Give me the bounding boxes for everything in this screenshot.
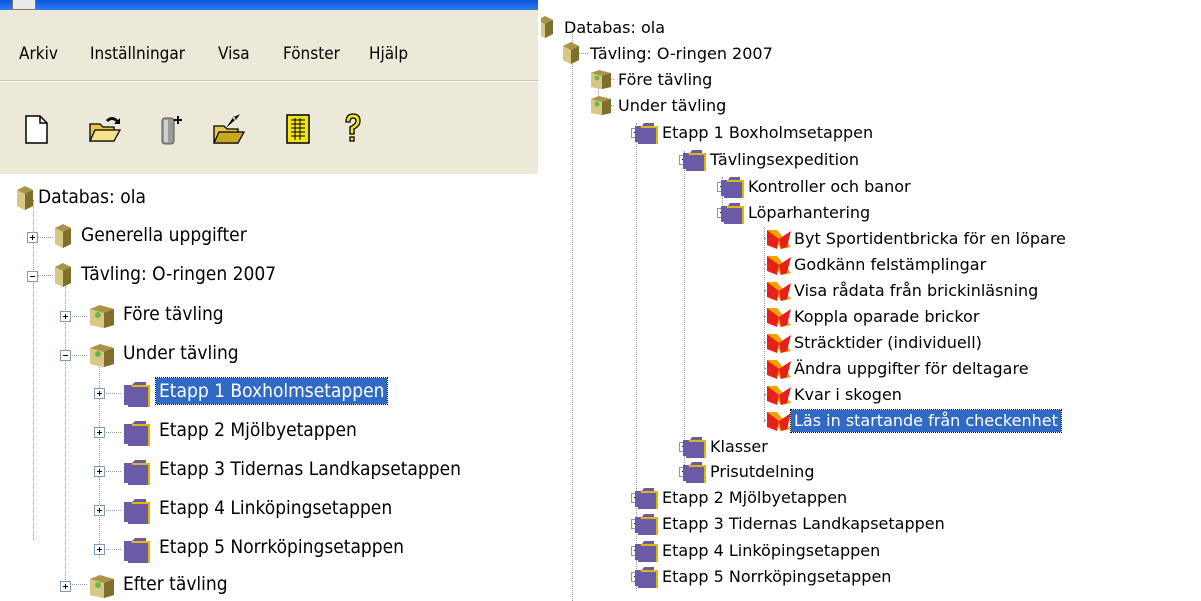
tree-item-label: Etapp 1 Boxholmsetappen [662, 123, 874, 142]
tree-item-label: Klasser [710, 437, 768, 456]
phase-icon [88, 573, 118, 601]
action-icon [765, 305, 793, 333]
tree-item-label: Tävling: O-ringen 2007 [590, 44, 773, 63]
expand-toggle[interactable] [94, 466, 105, 477]
database-icon [52, 263, 74, 291]
tree-item-label: Etapp 2 Mjölbyetappen [662, 488, 848, 507]
menu-fonster[interactable]: Fönster [283, 44, 340, 64]
tree-item-label: Etapp 4 Linköpingsetappen [159, 497, 393, 519]
export-folder-icon[interactable] [208, 108, 250, 150]
folder-icon [122, 457, 154, 491]
collapse-toggle[interactable] [60, 350, 71, 361]
tree-item-label: Generella uppgifter [81, 224, 247, 246]
tree-item-label: Ändra uppgifter för deltagare [794, 359, 1029, 378]
folder-icon [122, 535, 154, 569]
collapse-toggle[interactable] [27, 271, 38, 282]
expand-toggle[interactable] [94, 505, 105, 516]
folder-icon [681, 435, 709, 463]
folder-icon [719, 175, 747, 203]
tree-item-label: Sträcktider (individuell) [794, 333, 982, 352]
tree-item-label: Före tävling [123, 303, 224, 325]
tree-item-label: Etapp 5 Norrköpingsetappen [159, 536, 404, 558]
folder-icon [633, 486, 661, 514]
new-document-icon[interactable] [16, 108, 58, 150]
tree-item-label: Under tävling [618, 96, 727, 115]
folder-icon [681, 460, 709, 488]
phase-icon [88, 303, 118, 333]
action-icon [765, 409, 793, 437]
tree-item-label: Etapp 5 Norrköpingsetappen [662, 567, 892, 586]
tree-item-label: Kvar i skogen [794, 385, 902, 404]
tree-item-label: Under tävling [123, 342, 239, 364]
tree-item-label: Prisutdelning [710, 462, 815, 481]
expand-toggle[interactable] [94, 427, 105, 438]
expand-toggle[interactable] [94, 544, 105, 555]
expand-toggle[interactable] [60, 581, 71, 592]
menu-installningar[interactable]: Inställningar [90, 44, 185, 64]
toolbar [0, 81, 541, 175]
folder-icon [719, 201, 747, 229]
phase-icon [589, 94, 613, 120]
tree-item-label: Tävlingsexpedition [710, 150, 859, 169]
tree-item-label: Etapp 1 Boxholmsetappen [154, 377, 389, 405]
tree-item-label: Etapp 3 Tidernas Landkapsetappen [662, 514, 945, 533]
tree-item-label: Koppla oparade brickor [794, 307, 980, 326]
tree-item-label: Databas: ola [38, 186, 146, 208]
folder-icon [681, 148, 709, 176]
phase-icon [589, 68, 613, 94]
action-icon [765, 331, 793, 359]
expand-toggle[interactable] [94, 388, 105, 399]
tree-item-label: Visa rådata från brickinläsning [794, 281, 1039, 300]
app-icon [12, 0, 36, 10]
database-icon [561, 42, 581, 68]
folder-icon [633, 565, 661, 593]
action-icon [765, 253, 793, 281]
tree-item-label: Tävling: O-ringen 2007 [81, 263, 277, 285]
expand-toggle[interactable] [60, 311, 71, 322]
menu-visa[interactable]: Visa [218, 44, 250, 64]
tree-item-label: Löparhantering [748, 203, 871, 222]
folder-icon [122, 496, 154, 530]
tree-item-label: Före tävling [618, 70, 713, 89]
phase-icon [88, 342, 118, 372]
tree-item-label: Byt Sportidentbricka för en löpare [794, 229, 1066, 248]
tree-view-left: Databas: ola Generella uppgifter Tävling… [0, 174, 541, 601]
database-icon [52, 224, 74, 252]
tree-item-label: Kontroller och banor [748, 177, 911, 196]
tree-item-label: Databas: ola [564, 18, 666, 37]
help-icon[interactable] [332, 108, 374, 150]
tree-item-label: Godkänn felstämplingar [794, 255, 987, 274]
main-window-left: Arkiv Inställningar Visa Fönster Hjälp D… [0, 0, 541, 601]
tree-item-label: Etapp 3 Tidernas Landkapsetappen [159, 458, 461, 480]
action-icon [765, 357, 793, 385]
action-icon [765, 279, 793, 307]
menu-hjalp[interactable]: Hjälp [369, 44, 408, 64]
expand-toggle[interactable] [27, 232, 38, 243]
title-bar [0, 0, 541, 10]
menu-bar: Arkiv Inställningar Visa Fönster Hjälp [0, 10, 541, 81]
folder-icon [633, 121, 661, 149]
tree-item-label: Läs in startande från checkenhet [790, 409, 1062, 433]
tree-view-right: Databas: ola Tävling: O-ringen 2007 Före t… [541, 0, 1201, 601]
folder-icon [122, 379, 154, 413]
folder-icon [122, 418, 154, 452]
action-icon [765, 383, 793, 411]
folder-icon [633, 512, 661, 540]
action-icon [765, 227, 793, 255]
database-add-icon[interactable] [152, 108, 194, 150]
tree-item-label: Efter tävling [123, 573, 228, 595]
report-icon[interactable] [278, 108, 320, 150]
tree-item-label: Etapp 4 Linköpingsetappen [662, 541, 881, 560]
menu-arkiv[interactable]: Arkiv [19, 44, 58, 64]
tree-item-label: Etapp 2 Mjölbyetappen [159, 419, 357, 441]
database-icon [14, 186, 36, 214]
folder-icon [633, 539, 661, 567]
database-icon [541, 16, 555, 42]
open-folder-icon[interactable] [84, 108, 126, 150]
